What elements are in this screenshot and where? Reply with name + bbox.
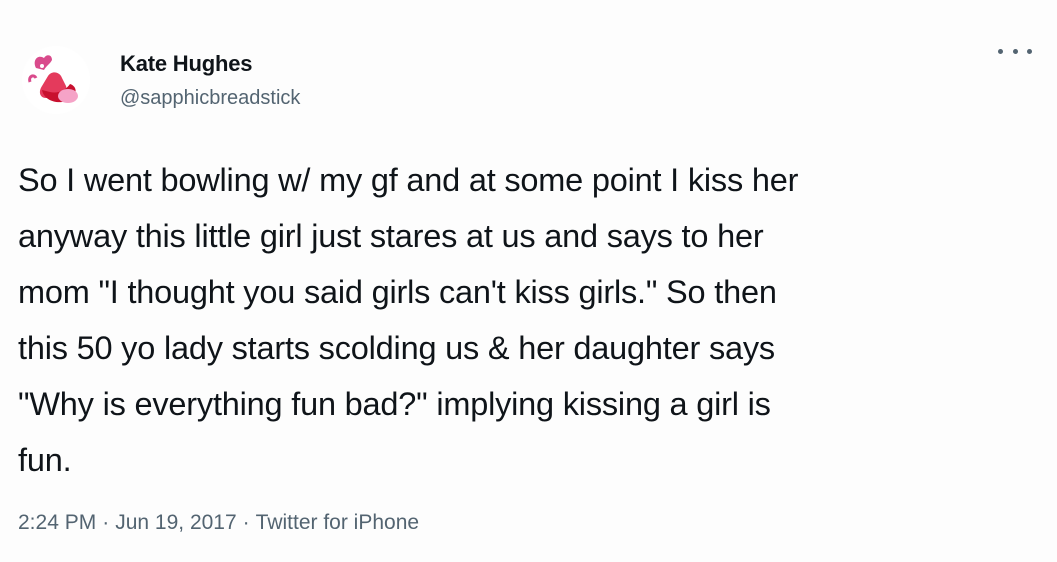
more-horizontal-icon-dot — [1027, 48, 1032, 54]
author-handle[interactable]: @sapphicbreadstick — [120, 84, 300, 112]
author-names: Kate Hughes @sapphicbreadstick — [120, 50, 300, 112]
tweet-source[interactable]: Twitter for iPhone — [256, 511, 419, 534]
more-horizontal-icon-dot — [1012, 48, 1018, 54]
author-display-name[interactable]: Kate Hughes — [120, 50, 300, 78]
more-options-button[interactable] — [998, 40, 1032, 62]
avatar[interactable] — [22, 46, 90, 114]
tweet-header: Kate Hughes @sapphicbreadstick — [22, 40, 1032, 120]
tweet-text: So I went bowling w/ my gf and at some p… — [18, 162, 799, 478]
tweet-meta: 2:24 PM · Jun 19, 2017 · Twitter for iPhone — [18, 509, 419, 537]
meta-separator: · — [102, 511, 110, 534]
more-horizontal-icon — [998, 48, 1003, 54]
tweet-date: Jun 19, 2017 — [115, 511, 237, 534]
meta-separator: · — [242, 511, 250, 534]
tweet-card: Kate Hughes @sapphicbreadstick So I went… — [0, 0, 1057, 562]
tweet-timestamp[interactable]: 2:24 PM · Jun 19, 2017 — [18, 511, 237, 534]
tweet-time: 2:24 PM — [18, 511, 97, 534]
avatar-icon — [22, 46, 90, 114]
